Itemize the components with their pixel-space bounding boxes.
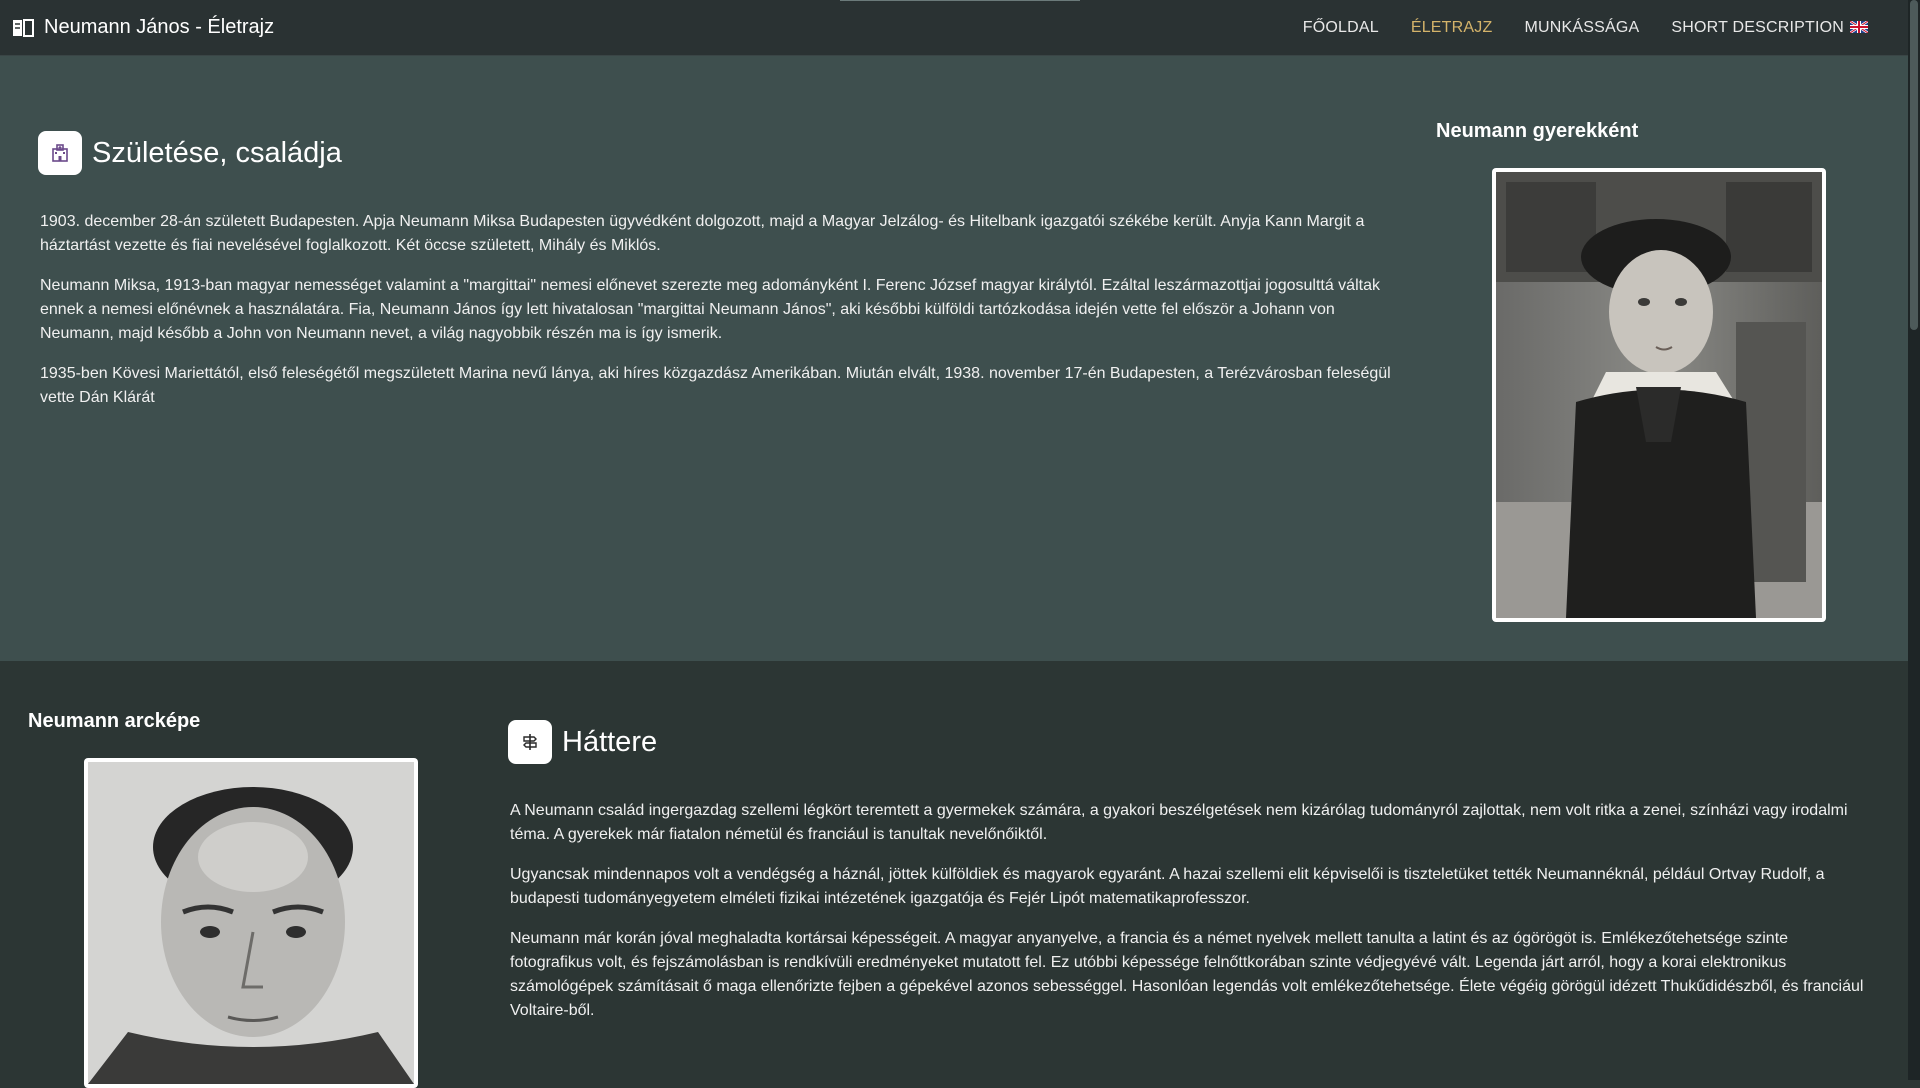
birth-paragraph-3: 1935-ben Kövesi Mariettától, első felesé… (40, 365, 1391, 406)
background-paragraph-1: A Neumann család ingergazdag szellemi lé… (510, 802, 1848, 843)
birth-family-heading: Születése, családja (38, 131, 342, 175)
brand[interactable]: Neumann János - Életrajz (12, 16, 274, 39)
child-photo-image (1496, 172, 1822, 618)
portrait-photo-image (88, 762, 414, 1084)
hospital-icon (38, 131, 82, 175)
brand-title: Neumann János - Életrajz (44, 16, 275, 38)
birth-family-title: Születése, családja (92, 136, 342, 169)
birth-paragraph-1: 1903. december 28-án született Budapeste… (40, 213, 1365, 254)
portrait-photo-caption: Neumann arcképe (28, 710, 201, 732)
top-navbar: Neumann János - Életrajz Főoldal Életraj… (0, 0, 1908, 56)
nav-link-short-description[interactable]: Short description (1671, 18, 1869, 37)
background-title: Háttere (562, 725, 658, 758)
birth-family-section: Születése, családja 1903. december 28-án… (0, 56, 1908, 661)
nav-link-home[interactable]: Főoldal (1303, 19, 1379, 37)
nav-link-short-description-label: Short description (1671, 18, 1844, 36)
nav-links: Főoldal Életrajz Munkássága Short descri… (1271, 18, 1869, 37)
background-section: Neumann arcképe Háttere A Neumann család… (0, 661, 1908, 1088)
child-photo-caption: Neumann gyerekként (1436, 120, 1639, 142)
page-scrollbar[interactable] (1908, 0, 1920, 1080)
signpost-icon (508, 720, 552, 764)
nav-link-biography[interactable]: Életrajz (1411, 19, 1493, 37)
uk-flag-icon (1849, 19, 1869, 34)
page-progress-line (840, 0, 1080, 1)
portrait-photo (84, 758, 418, 1088)
background-paragraph-3: Neumann már korán jóval meghaladta kortá… (510, 930, 1864, 1019)
book-icon (12, 17, 34, 39)
background-heading: Háttere (508, 720, 657, 764)
scrollbar-thumb[interactable] (1910, 0, 1918, 330)
nav-link-works[interactable]: Munkássága (1524, 19, 1639, 37)
child-photo (1492, 168, 1826, 622)
birth-paragraph-2: Neumann Miksa, 1913-ban magyar nemessége… (40, 277, 1380, 342)
background-paragraph-2: Ugyancsak mindennapos volt a vendégség a… (510, 866, 1825, 907)
